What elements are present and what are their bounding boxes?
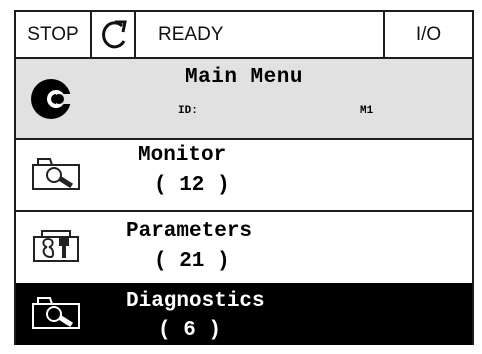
menu-item-label: Diagnostics xyxy=(126,290,265,313)
monitor-icon xyxy=(32,158,80,190)
diagnostics-icon xyxy=(32,297,80,329)
rotation-icon xyxy=(102,20,127,48)
menu-item-count: ( 12 ) xyxy=(154,174,230,197)
io-status: I/O xyxy=(415,23,442,45)
page-title: Main Menu xyxy=(185,66,303,89)
stop-status: STOP xyxy=(16,12,92,57)
id-value: M1 xyxy=(360,105,374,117)
menu-item-count: ( 21 ) xyxy=(154,250,230,273)
menu-item-monitor[interactable]: Monitor ( 12 ) xyxy=(16,140,472,212)
menu-item-label: Monitor xyxy=(138,144,227,167)
rotation-direction xyxy=(92,12,136,57)
menu-item-diagnostics[interactable]: Diagnostics ( 6 ) xyxy=(16,283,472,345)
menu-item-parameters[interactable]: Parameters ( 21 ) xyxy=(16,212,472,283)
ready-status: READY xyxy=(136,12,385,57)
keypad-display: STOP READY I/O Main Menu ID: M1 Monitor … xyxy=(14,10,474,345)
status-bar: STOP READY I/O xyxy=(16,12,472,59)
menu-header: Main Menu ID: M1 xyxy=(16,59,472,140)
id-label: ID: xyxy=(178,105,198,117)
parameters-icon xyxy=(33,230,79,262)
menu-item-label: Parameters xyxy=(126,220,253,243)
menu-item-count: ( 6 ) xyxy=(158,319,222,342)
